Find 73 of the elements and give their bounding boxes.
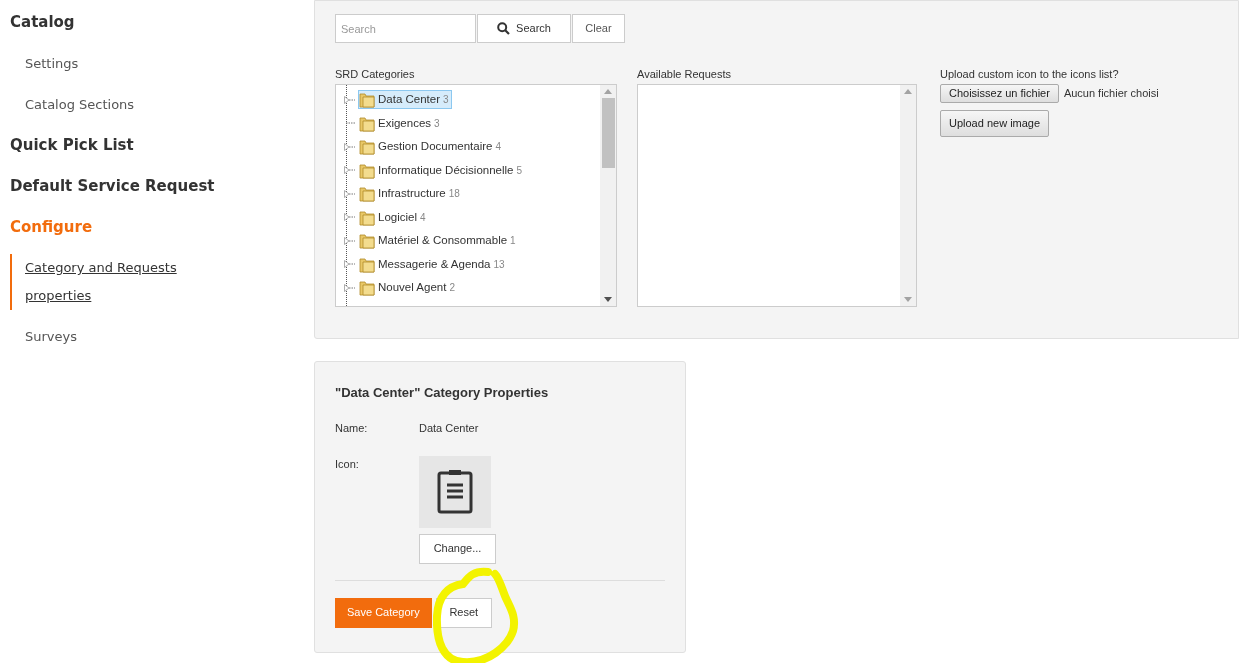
search-field[interactable]: Search xyxy=(335,14,476,43)
category-count: 4 xyxy=(495,140,501,155)
category-name: Messagerie & Agenda xyxy=(378,256,491,272)
sidebar-section[interactable]: Quick Pick List xyxy=(10,125,314,166)
name-label: Name: xyxy=(335,420,369,436)
requests-label: Available Requests xyxy=(637,67,732,82)
icon-label: Icon: xyxy=(335,456,360,472)
search-icon xyxy=(497,22,511,35)
file-status: Aucun fichier choisi xyxy=(1063,86,1159,102)
tree-item[interactable]: Data Center 3 xyxy=(358,90,452,110)
scroll-thumb[interactable] xyxy=(601,98,615,168)
category-count: 5 xyxy=(516,163,523,178)
category-count: 4 xyxy=(420,210,426,225)
scroll-up-icon[interactable] xyxy=(904,89,912,94)
categories-label: SRD Categories xyxy=(335,67,416,82)
folder-icon xyxy=(359,114,375,132)
upload-label: Upload custom icon to the icons list? xyxy=(940,67,1120,82)
category-name: Infrastructure xyxy=(378,186,446,202)
folder-icon xyxy=(359,138,375,156)
category-count: 18 xyxy=(448,187,460,202)
expander-icon[interactable] xyxy=(344,236,356,245)
folder-icon xyxy=(359,185,375,203)
sidebar-link[interactable]: Surveys xyxy=(10,316,200,357)
name-value: Data Center xyxy=(419,420,479,436)
expander-icon[interactable] xyxy=(344,189,356,198)
tree-item[interactable]: Exigences 3 xyxy=(358,113,443,133)
tree-item[interactable]: Logiciel 4 xyxy=(358,207,429,227)
category-count: 3 xyxy=(434,116,440,131)
change-button[interactable]: Change... xyxy=(419,533,496,564)
tree-item[interactable]: Informatique Décisionnelle 5 xyxy=(358,160,526,180)
folder-icon xyxy=(359,255,375,273)
category-name: Gestion Documentaire xyxy=(378,139,493,155)
folder-icon xyxy=(359,279,375,297)
expander-icon[interactable] xyxy=(344,142,356,151)
category-name: Logiciel xyxy=(378,209,417,225)
expander-icon[interactable] xyxy=(344,213,356,222)
choose-file-button[interactable]: Choisissez un fichier xyxy=(940,84,1059,103)
upload-image-button[interactable]: Upload new image xyxy=(940,110,1050,137)
search-button[interactable]: Search xyxy=(477,14,571,43)
tree-item[interactable]: Messagerie & Agenda 13 xyxy=(358,254,508,274)
scrollbar[interactable] xyxy=(900,85,916,306)
properties-title: "Data Center" Category Properties xyxy=(335,384,550,402)
category-count: 13 xyxy=(493,257,505,272)
folder-icon xyxy=(359,232,375,250)
sidebar-section[interactable]: Catalog xyxy=(10,2,314,43)
category-name: Informatique Décisionnelle xyxy=(378,162,514,178)
sidebar-section[interactable]: Default Service Request xyxy=(10,166,314,207)
category-count: 3 xyxy=(443,93,449,108)
scrollbar[interactable] xyxy=(600,85,616,306)
folder-icon xyxy=(359,161,375,179)
tree-item[interactable]: Nouvel Agent 2 xyxy=(358,278,458,298)
tree-item[interactable]: Gestion Documentaire 4 xyxy=(358,137,504,157)
category-count: 1 xyxy=(510,234,516,249)
tree-item[interactable]: Infrastructure 18 xyxy=(358,184,463,204)
scroll-up-icon[interactable] xyxy=(604,89,612,94)
folder-icon xyxy=(359,208,375,226)
category-name: Matériel & Consommable xyxy=(378,233,508,249)
expander-icon[interactable] xyxy=(344,283,356,292)
category-count: 2 xyxy=(449,281,455,296)
category-name: Data Center xyxy=(378,92,440,108)
category-name: Nouvel Agent xyxy=(378,280,447,296)
expander-icon[interactable] xyxy=(344,166,356,175)
expander-icon[interactable] xyxy=(344,95,356,104)
sidebar-link[interactable]: Category and Requests properties xyxy=(10,254,200,310)
clipboard-icon xyxy=(437,469,473,514)
category-name: Exigences xyxy=(378,115,432,131)
sidebar-link[interactable]: Catalog Sections xyxy=(10,84,200,125)
clear-button[interactable]: Clear xyxy=(572,14,625,43)
folder-icon xyxy=(359,91,375,109)
scroll-down-icon[interactable] xyxy=(604,297,612,302)
sidebar-link[interactable]: Settings xyxy=(10,43,200,84)
expander-icon[interactable] xyxy=(344,260,356,269)
tree-item[interactable]: Matériel & Consommable 1 xyxy=(358,231,519,251)
